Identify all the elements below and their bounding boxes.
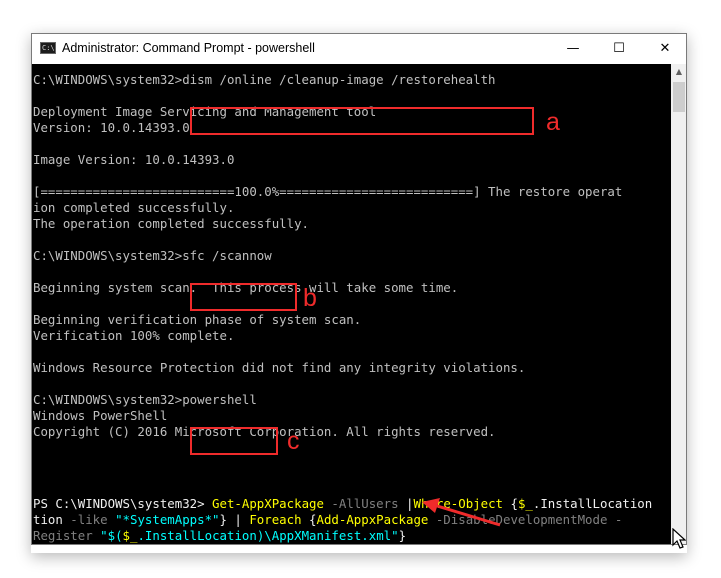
ps-command-line-3: Register "$($_.InstallLocation)\AppXMani… [33, 528, 407, 543]
ps-command-line-2: tion -like "*SystemApps*"} | Foreach {Ad… [33, 512, 623, 527]
window-title: Administrator: Command Prompt - powershe… [62, 41, 315, 55]
vertical-scrollbar[interactable]: ▲ [671, 64, 686, 544]
console-line: C:\WINDOWS\system32>powershell [33, 392, 257, 407]
annotation-label-b: b [303, 284, 317, 312]
annotation-arrow-icon [422, 498, 501, 527]
annotation-label-a: a [546, 108, 560, 136]
maximize-button[interactable]: ☐ [596, 34, 642, 64]
console-line: The operation completed successfully. [33, 216, 310, 231]
ps-command-line-1: PS C:\WINDOWS\system32> Get-AppXPackage … [33, 496, 653, 511]
console-line: Beginning verification phase of system s… [33, 312, 362, 327]
console-line: C:\WINDOWS\system32>dism /online /cleanu… [33, 72, 496, 87]
command-prompt-window[interactable]: C:\ Administrator: Command Prompt - powe… [31, 33, 687, 545]
console-line: Version: 10.0.14393.0 [33, 120, 190, 135]
command-prompt-icon: C:\ [40, 42, 56, 54]
console-line: Verification 100% complete. [33, 328, 235, 343]
annotation-label-c: c [287, 427, 300, 455]
console-line: C:\WINDOWS\system32>sfc /scannow [33, 248, 272, 263]
close-button[interactable]: ✕ [642, 34, 686, 64]
highlight-box-sfc [190, 283, 297, 311]
console-output[interactable]: C:\WINDOWS\system32>dism /online /cleanu… [32, 64, 671, 544]
scroll-up-arrow-icon[interactable]: ▲ [671, 64, 686, 80]
console-line: Image Version: 10.0.14393.0 [33, 152, 235, 167]
highlight-box-powershell [190, 427, 278, 455]
scrollbar-thumb[interactable] [673, 82, 685, 112]
console-line: ion completed successfully. [33, 200, 235, 215]
console-line: Windows PowerShell [33, 408, 168, 423]
console-line: [==========================100.0%=======… [33, 184, 623, 199]
console-line: Windows Resource Protection did not find… [33, 360, 526, 375]
mouse-cursor-icon [672, 528, 686, 549]
highlight-box-dism [190, 107, 534, 135]
minimize-button[interactable]: — [550, 34, 596, 64]
title-bar[interactable]: C:\ Administrator: Command Prompt - powe… [32, 34, 686, 64]
